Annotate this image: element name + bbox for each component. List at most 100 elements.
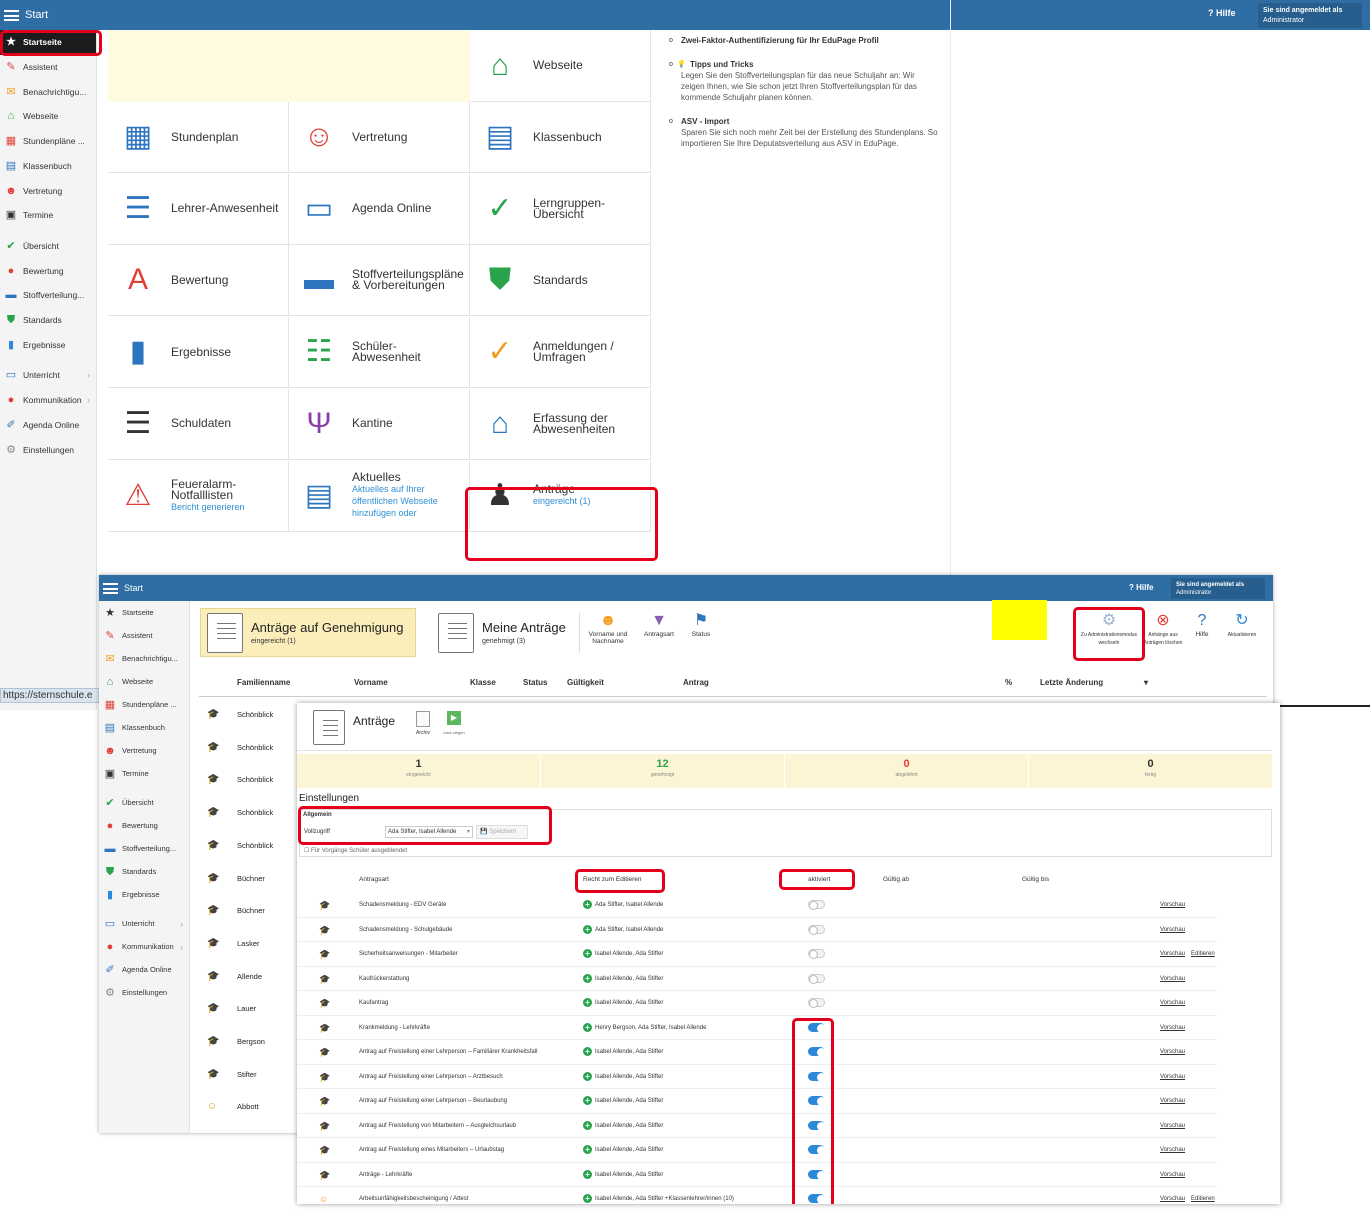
stat-abgelehnt[interactable]: 0 abgelehnt	[785, 754, 1029, 788]
table-row[interactable]: 🎓 Allende	[199, 962, 299, 994]
preview-link[interactable]: Vorschau	[1160, 1074, 1185, 1080]
sidebar-item-übersicht[interactable]: ✔ Übersicht	[99, 791, 189, 814]
add-editor-icon[interactable]: +	[583, 1071, 592, 1081]
preview-link[interactable]: Vorschau	[1160, 976, 1185, 982]
tile-subtitle[interactable]: hinzufügen oder	[352, 508, 438, 519]
stat-genehmigt[interactable]: 12 genehmigt	[541, 754, 785, 788]
sidebar-item-vertretung[interactable]: ☻ Vertretung	[99, 739, 189, 762]
sidebar-item-ergebnisse[interactable]: ▮ Ergebnisse	[0, 332, 96, 357]
sidebar-item-klassenbuch[interactable]: ▤ Klassenbuch	[0, 154, 96, 179]
news-item[interactable]: Tipps und Tricks 💡 Legen Sie den Stoffvert…	[664, 59, 939, 103]
tile-feueralarm[interactable]: ⚠ Feueralarm- Notfalllisten Bericht generie…	[108, 460, 289, 532]
sort-arrow-icon[interactable]: ▾	[1144, 678, 1148, 687]
delete-attachments-button[interactable]: ⊗ Anhänge aus Anträgen löschen	[1143, 611, 1183, 647]
tile-ergebnisse[interactable]: ▮ Ergebnisse	[108, 317, 289, 389]
add-editor-icon[interactable]: +	[583, 1120, 592, 1130]
tile-subtitle[interactable]: Bericht generieren	[171, 502, 245, 513]
sidebar-item-termine[interactable]: ▣ Termine	[99, 762, 189, 785]
sidebar-item-benachrichtigu[interactable]: ✉ Benachrichtigu...	[99, 647, 189, 670]
table-row[interactable]: 🎓 Bergson	[199, 1027, 299, 1059]
tile-aktuelles[interactable]: ▤ Aktuelles Aktuelles auf Ihrer öffentliche…	[289, 460, 470, 532]
preview-link[interactable]: Vorschau	[1160, 1098, 1185, 1104]
col-klasse[interactable]: Klasse	[470, 678, 496, 687]
preview-link[interactable]: Vorschau	[1160, 1147, 1185, 1153]
preview-link[interactable]: Vorschau	[1160, 1172, 1185, 1178]
preview-link[interactable]: Vorschau	[1160, 1000, 1185, 1006]
table-row[interactable]: 🎓 Büchner	[199, 896, 299, 928]
filter-antragsart[interactable]: ▼ Antragsart	[636, 611, 682, 638]
filter-name[interactable]: ☻ Vorname und Nachname	[584, 611, 632, 645]
edit-link[interactable]: Editieren	[1191, 951, 1215, 957]
add-editor-icon[interactable]: +	[583, 1022, 592, 1032]
sidebar-item-unterricht[interactable]: ▭ Unterricht ›	[0, 363, 96, 388]
sidebar-item-webseite[interactable]: ⌂ Webseite	[99, 670, 189, 693]
help-link[interactable]: ? Hilfe	[1129, 583, 1153, 592]
user-menu[interactable]: Sie sind angemeldet als Administrator	[1258, 3, 1362, 28]
tile-klassenbuch[interactable]: ▤ Klassenbuch	[470, 102, 651, 173]
sidebar-item-kommunikation[interactable]: ● Kommunikation ›	[0, 388, 96, 413]
tile-kantine[interactable]: Ψ Kantine	[289, 388, 470, 460]
col-status[interactable]: Status	[523, 678, 547, 687]
menu-icon[interactable]	[4, 9, 19, 21]
tile-stundenplan[interactable]: ▦ Stundenplan	[108, 102, 289, 173]
tile-subtitle[interactable]: öffentlichen Webseite	[352, 496, 438, 507]
sidebar-item-bewertung[interactable]: ● Bewertung	[99, 814, 189, 837]
help-button[interactable]: ? Hilfe	[1187, 611, 1217, 638]
table-row[interactable]: 🎓 Stifter	[199, 1060, 299, 1092]
tile-anmeldungen[interactable]: ✓ Anmeldungen / Umfragen	[470, 317, 651, 389]
archive-button[interactable]: Archiv	[411, 711, 435, 736]
sidebar-item-assistent[interactable]: ✎ Assistent	[0, 55, 96, 80]
add-editor-icon[interactable]: +	[583, 1169, 592, 1179]
preview-link[interactable]: Vorschau	[1160, 1123, 1185, 1129]
tile-erfassung-der[interactable]: ⌂ Erfassung der Abwesenheiten	[470, 388, 651, 460]
preview-link[interactable]: Vorschau	[1160, 1049, 1185, 1055]
add-editor-icon[interactable]: +	[583, 1047, 592, 1056]
table-row[interactable]: 🎓 Schönblick	[199, 700, 299, 732]
app-title[interactable]: Start	[25, 9, 48, 21]
sidebar-item-unterricht[interactable]: ▭ Unterricht ›	[99, 912, 189, 935]
sidebar-item-bewertung[interactable]: ● Bewertung	[0, 258, 96, 283]
tab-meine-antraege[interactable]: Meine Anträge genehmigt (3)	[432, 608, 572, 657]
news-item[interactable]: Zwei-Faktor-Authentifizierung für Ihr Ed…	[664, 35, 939, 46]
col-letzte-aenderung[interactable]: Letzte Änderung	[1040, 678, 1103, 687]
col-gueltigkeit[interactable]: Gültigkeit	[567, 678, 604, 687]
sidebar-item-kommunikation[interactable]: ● Kommunikation ›	[99, 935, 189, 958]
tab-antraege-genehmigung[interactable]: Anträge auf Genehmigung eingereicht (1)	[200, 608, 416, 657]
add-editor-icon[interactable]: +	[583, 1194, 592, 1203]
sidebar-item-stoffverteilung[interactable]: ▬ Stoffverteilung...	[0, 283, 96, 308]
edit-link[interactable]: Editieren	[1191, 1196, 1215, 1202]
table-row[interactable]: ☺ Abbott	[199, 1092, 299, 1124]
stat-eingereicht[interactable]: 1 eingereicht	[297, 754, 541, 788]
table-row[interactable]: 🎓 Lasker	[199, 929, 299, 961]
add-editor-icon[interactable]: +	[583, 998, 592, 1007]
sidebar-item-agenda-online[interactable]: ✐ Agenda Online	[99, 958, 189, 981]
preview-link[interactable]: Vorschau	[1160, 902, 1185, 908]
sidebar-item-einstellungen[interactable]: ⚙ Einstellungen	[99, 981, 189, 1004]
hide-students-checkbox[interactable]: ☐ Für Vorgänge Schüler ausgeblendet	[304, 847, 407, 854]
table-row[interactable]: 🎓 Schönblick	[199, 765, 299, 797]
add-editor-icon[interactable]: +	[583, 1145, 592, 1154]
sidebar-item-agenda-online[interactable]: ✐ Agenda Online	[0, 413, 96, 438]
activated-toggle[interactable]	[808, 998, 825, 1008]
add-editor-icon[interactable]: +	[583, 1096, 592, 1105]
activated-toggle[interactable]	[808, 900, 825, 910]
tile-schuldaten[interactable]: ☰ Schuldaten	[108, 388, 289, 460]
news-item[interactable]: ASV - Import Sparen Sie sich noch mehr Ze…	[664, 116, 939, 149]
sidebar-item-stundenpläne[interactable]: ▦ Stundenpläne ...	[0, 129, 96, 154]
app-title[interactable]: Start	[124, 583, 143, 593]
tile-standards[interactable]: ⛊ Standards	[470, 245, 651, 317]
add-editor-icon[interactable]: +	[583, 924, 592, 934]
sidebar-item-webseite[interactable]: ⌂ Webseite	[0, 104, 96, 129]
tile-agenda-online[interactable]: ▭ Agenda Online	[289, 173, 470, 245]
preview-link[interactable]: Vorschau	[1160, 927, 1185, 933]
menu-icon[interactable]	[103, 582, 118, 594]
sidebar-item-standards[interactable]: ⛊ Standards	[99, 860, 189, 883]
activated-toggle[interactable]	[808, 973, 825, 984]
sidebar-item-assistent[interactable]: ✎ Assistent	[99, 624, 189, 647]
add-editor-icon[interactable]: +	[583, 900, 592, 909]
table-row[interactable]: 🎓 Lauer	[199, 994, 299, 1026]
table-row[interactable]: 🎓 Schönblick	[199, 798, 299, 830]
sidebar-item-ergebnisse[interactable]: ▮ Ergebnisse	[99, 883, 189, 906]
sidebar-item-stoffverteilung[interactable]: ▬ Stoffverteilung...	[99, 837, 189, 860]
col-percent[interactable]: %	[1005, 678, 1012, 687]
